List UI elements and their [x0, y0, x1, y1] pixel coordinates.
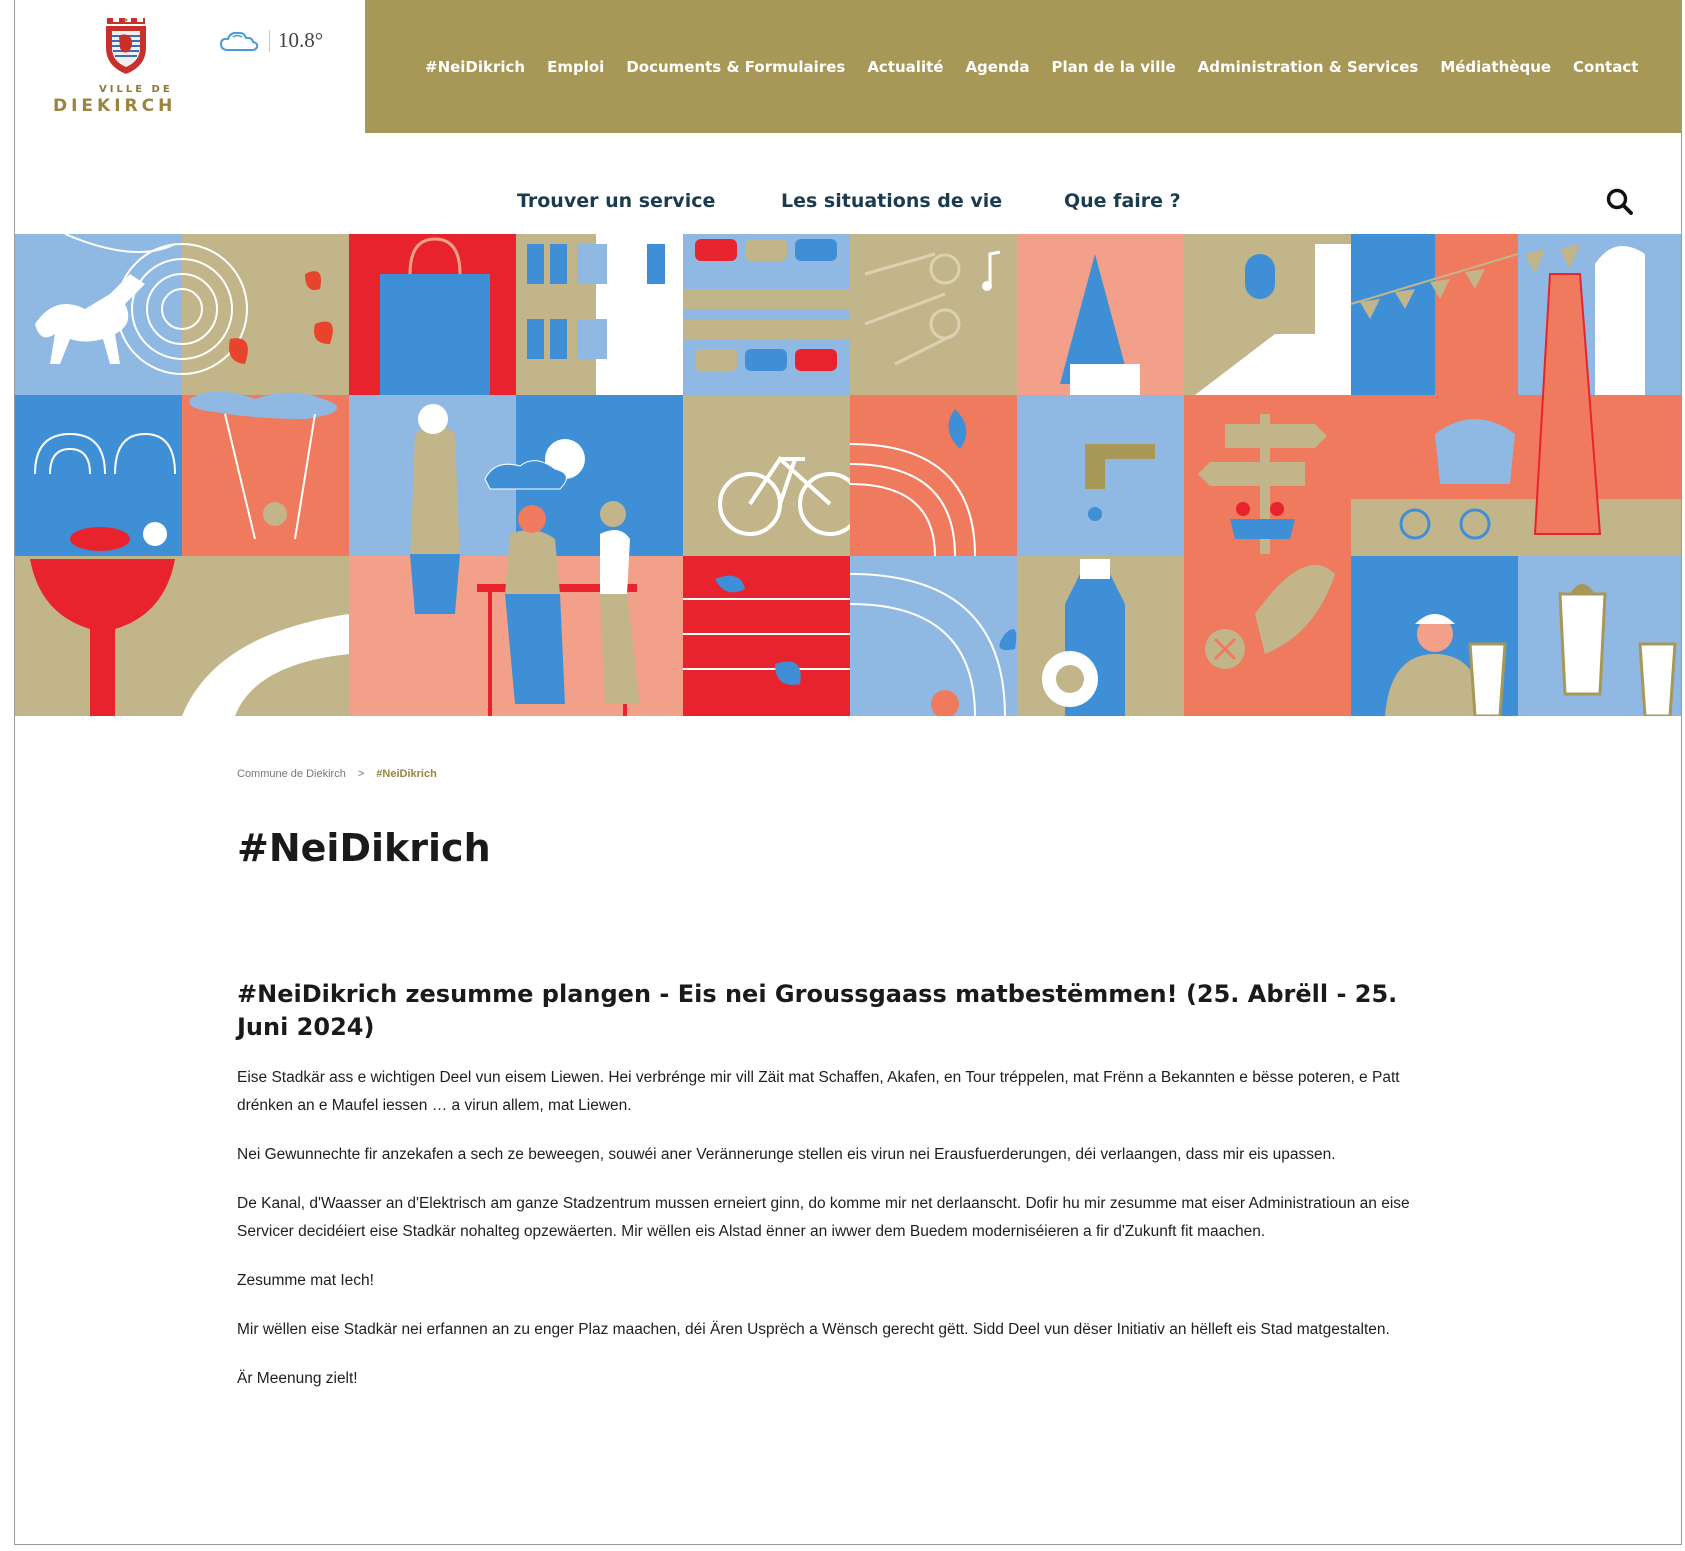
- secondary-navigation: Trouver un service Les situations de vie…: [15, 133, 1681, 234]
- subnav-trouver-un-service[interactable]: Trouver un service: [517, 190, 715, 212]
- nav-administration-services[interactable]: Administration & Services: [1198, 58, 1419, 76]
- article-paragraph: De Kanal, d'Waasser an d'Elektrisch am g…: [237, 1195, 1410, 1240]
- article-paragraph: Är Meenung zielt!: [237, 1370, 358, 1387]
- coat-of-arms-icon: [106, 18, 146, 74]
- nav-neidikrich[interactable]: #NeiDikrich: [425, 58, 525, 76]
- logo-small-text: VILLE DE: [99, 84, 173, 95]
- article-paragraph: Mir wëllen eise Stadkär nei erfannen an …: [237, 1321, 1390, 1338]
- breadcrumb-separator: >: [357, 768, 365, 780]
- nav-actualite[interactable]: Actualité: [867, 58, 943, 76]
- weather-widget: 10.8°: [219, 28, 323, 53]
- article-paragraph: Eise Stadkär ass e wichtigen Deel vun ei…: [237, 1069, 1400, 1114]
- page-frame: VILLE DE DIEKIRCH 10.8° #NeiDikrich Empl…: [14, 0, 1682, 1545]
- logo-big-text: DIEKIRCH: [53, 96, 177, 116]
- logo-area[interactable]: VILLE DE DIEKIRCH 10.8°: [15, 0, 365, 133]
- article-body: Eise Stadkär ass e wichtigen Deel vun ei…: [237, 1064, 1457, 1414]
- banner-mosaic: [15, 233, 1681, 718]
- nav-plan-de-la-ville[interactable]: Plan de la ville: [1052, 58, 1176, 76]
- subnav-que-faire[interactable]: Que faire ?: [1064, 190, 1181, 212]
- article-title: #NeiDikrich zesumme plangen - Eis nei Gr…: [237, 980, 1398, 1041]
- article-paragraph: Nei Gewunnechte fir anzekafen a sech ze …: [237, 1146, 1336, 1163]
- breadcrumb-current: #NeiDikrich: [376, 768, 437, 780]
- nav-agenda[interactable]: Agenda: [965, 58, 1029, 76]
- search-icon[interactable]: [1605, 187, 1635, 217]
- cloud-icon: [219, 31, 259, 51]
- breadcrumb-home-link[interactable]: Commune de Diekirch: [237, 768, 346, 780]
- temperature: 10.8°: [278, 28, 324, 52]
- breadcrumb: Commune de Diekirch > #NeiDikrich: [237, 768, 437, 780]
- hero-banner-illustration: [15, 233, 1681, 718]
- subnav-situations-de-vie[interactable]: Les situations de vie: [781, 190, 1002, 212]
- nav-emploi[interactable]: Emploi: [547, 58, 604, 76]
- main-navigation: #NeiDikrich Emploi Documents & Formulair…: [365, 0, 1681, 133]
- nav-contact[interactable]: Contact: [1573, 58, 1638, 76]
- site-header: VILLE DE DIEKIRCH 10.8° #NeiDikrich Empl…: [15, 0, 1681, 133]
- article-paragraph: Zesumme mat Iech!: [237, 1272, 374, 1289]
- nav-documents-formulaires[interactable]: Documents & Formulaires: [626, 58, 845, 76]
- weather-separator: [269, 29, 270, 52]
- nav-mediatheque[interactable]: Médiathèque: [1440, 58, 1551, 76]
- page-title: #NeiDikrich: [237, 826, 491, 870]
